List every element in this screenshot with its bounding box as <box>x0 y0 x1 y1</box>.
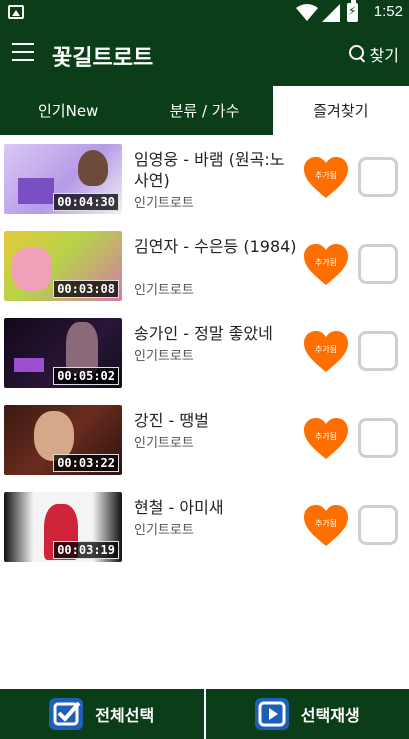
favorite-heart-button[interactable]: 추가됨 <box>304 244 348 286</box>
video-duration: 00:03:19 <box>53 541 119 559</box>
song-category: 인기트로트 <box>134 349 194 364</box>
select-all-button[interactable]: 전체선택 <box>0 689 204 739</box>
status-bar: 1:52 <box>0 0 409 26</box>
select-checkbox[interactable] <box>358 157 398 197</box>
select-checkbox[interactable] <box>358 331 398 371</box>
list-item[interactable]: 00:03:22 강진 - 땡벌 인기트로트 추가됨 <box>0 400 409 487</box>
video-thumbnail[interactable]: 00:03:08 <box>4 231 122 301</box>
tab-favorites[interactable]: 즐겨찾기 <box>272 86 409 135</box>
tab-category-singer[interactable]: 분류 / 가수 <box>136 86 272 135</box>
video-thumbnail[interactable]: 00:05:02 <box>4 318 122 388</box>
search-button[interactable]: 찾기 <box>348 42 399 66</box>
song-title: 송가인 - 정말 좋았네 <box>134 324 273 343</box>
gallery-notification-icon <box>8 5 24 19</box>
favorite-heart-button[interactable]: 추가됨 <box>304 331 348 373</box>
signal-icon <box>322 4 340 22</box>
favorite-heart-button[interactable]: 추가됨 <box>304 505 348 547</box>
app-bar: 꽃길트로트 찾기 <box>0 26 409 86</box>
video-thumbnail[interactable]: 00:04:30 <box>4 144 122 214</box>
favorite-added-label: 추가됨 <box>314 432 338 441</box>
play-selected-label: 선택재생 <box>300 706 360 725</box>
song-title: 강진 - 땡벌 <box>134 411 209 430</box>
favorites-list: 00:04:30 임영웅 - 바램 (원곡:노사연) 인기트로트 추가됨 00:… <box>0 139 409 574</box>
battery-icon <box>347 0 358 22</box>
list-item[interactable]: 00:05:02 송가인 - 정말 좋았네 인기트로트 추가됨 <box>0 313 409 400</box>
list-item[interactable]: 00:03:19 현철 - 아미새 인기트로트 추가됨 <box>0 487 409 574</box>
search-icon <box>348 45 367 63</box>
song-category: 인기트로트 <box>134 436 194 451</box>
play-selected-button[interactable]: 선택재생 <box>203 689 409 739</box>
menu-icon[interactable] <box>12 43 34 61</box>
video-duration: 00:03:22 <box>53 454 119 472</box>
select-checkbox[interactable] <box>358 244 398 284</box>
favorite-heart-button[interactable]: 추가됨 <box>304 157 348 199</box>
video-duration: 00:05:02 <box>53 367 119 385</box>
search-label: 찾기 <box>369 46 399 65</box>
favorite-heart-button[interactable]: 추가됨 <box>304 418 348 460</box>
tab-bar: 인기New 분류 / 가수 즐겨찾기 <box>0 86 409 135</box>
song-category: 인기트로트 <box>134 283 194 298</box>
checkbox-icon <box>49 698 84 730</box>
song-title: 임영웅 - 바램 (원곡:노사연) <box>134 150 285 190</box>
play-icon <box>254 698 289 730</box>
list-item[interactable]: 00:04:30 임영웅 - 바램 (원곡:노사연) 인기트로트 추가됨 <box>0 139 409 226</box>
list-item[interactable]: 00:03:08 김연자 - 수은등 (1984) 인기트로트 추가됨 <box>0 226 409 313</box>
song-category: 인기트로트 <box>134 196 194 211</box>
wifi-icon <box>296 4 318 21</box>
song-category: 인기트로트 <box>134 523 194 538</box>
select-checkbox[interactable] <box>358 418 398 458</box>
video-duration: 00:03:08 <box>53 280 119 298</box>
song-title: 현철 - 아미새 <box>134 498 224 517</box>
song-title: 김연자 - 수은등 (1984) <box>134 237 297 256</box>
select-checkbox[interactable] <box>358 505 398 545</box>
favorite-added-label: 추가됨 <box>314 171 338 180</box>
status-time: 1:52 <box>373 3 403 20</box>
video-thumbnail[interactable]: 00:03:22 <box>4 405 122 475</box>
video-duration: 00:04:30 <box>53 193 119 211</box>
app-title: 꽃길트로트 <box>52 46 154 71</box>
video-thumbnail[interactable]: 00:03:19 <box>4 492 122 562</box>
bottom-action-bar: 전체선택 선택재생 <box>0 689 409 739</box>
tab-popular-new[interactable]: 인기New <box>0 86 136 135</box>
select-all-label: 전체선택 <box>95 706 155 725</box>
favorite-added-label: 추가됨 <box>314 519 338 528</box>
favorite-added-label: 추가됨 <box>314 258 338 267</box>
favorite-added-label: 추가됨 <box>314 345 338 354</box>
